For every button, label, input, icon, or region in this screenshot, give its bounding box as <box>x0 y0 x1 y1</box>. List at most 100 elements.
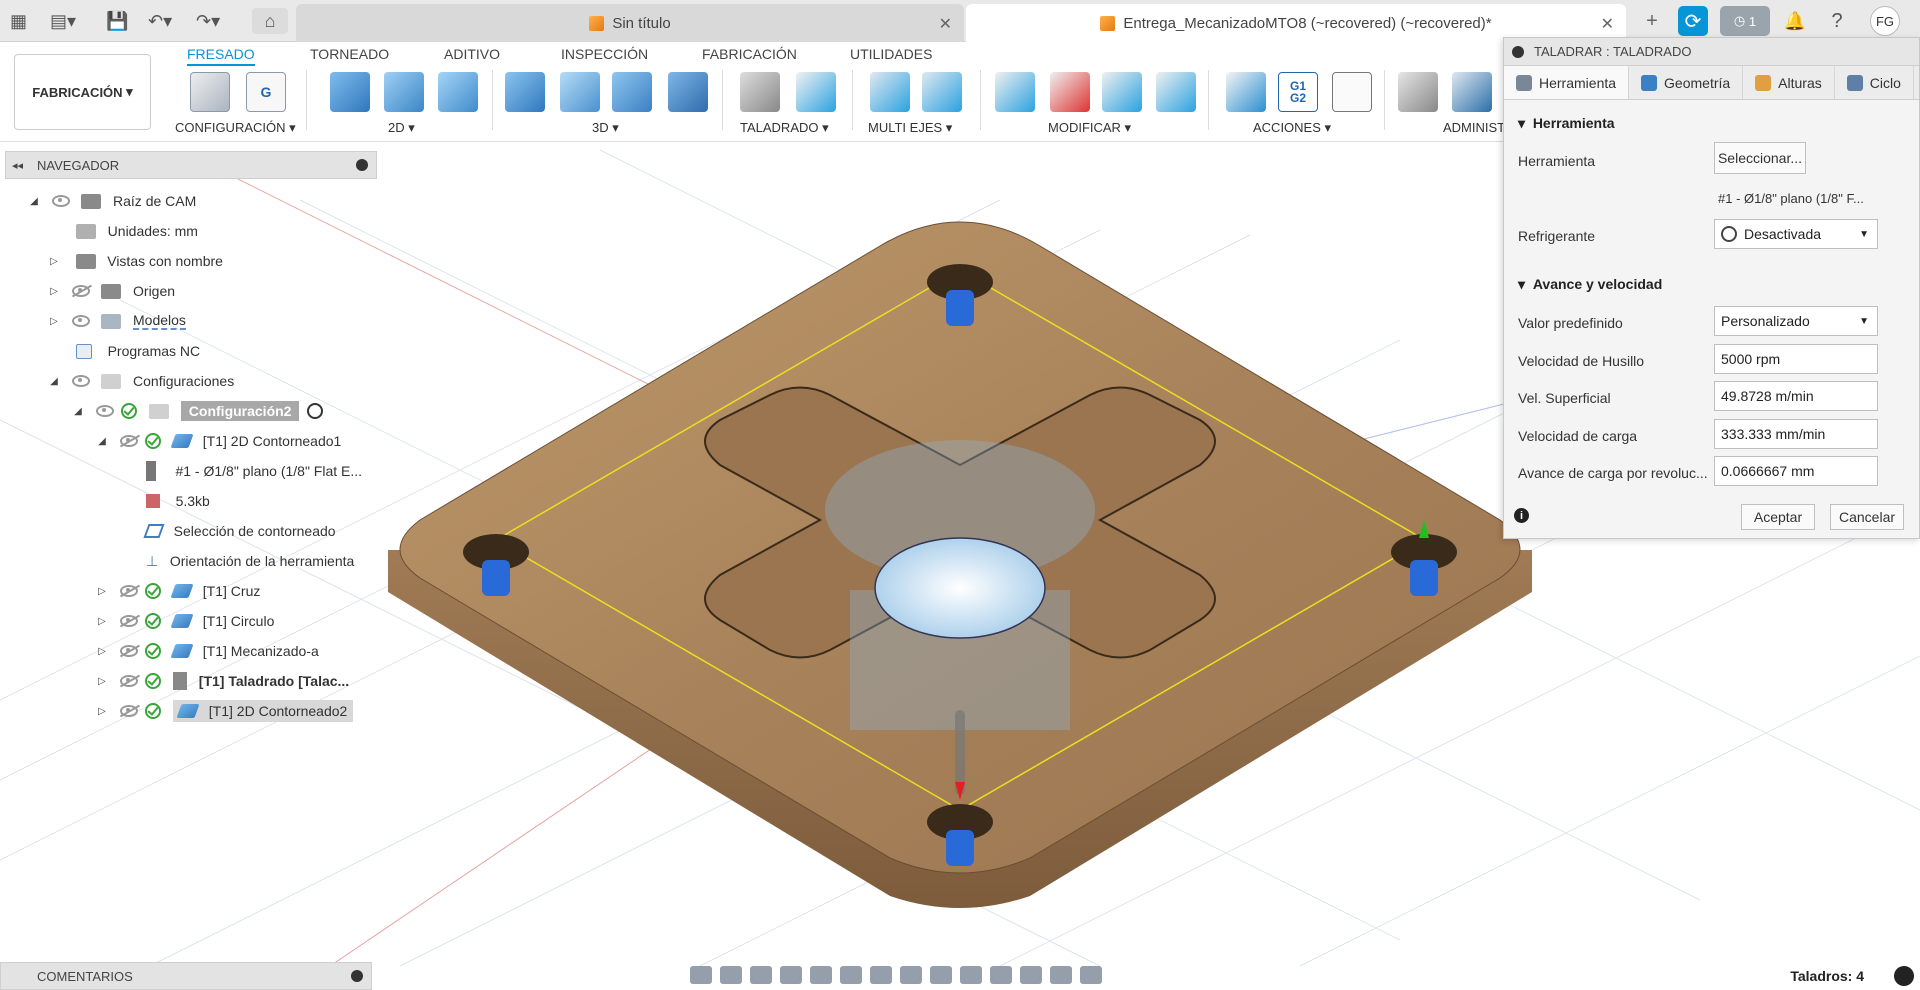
simulate-icon[interactable] <box>1226 72 1266 112</box>
navigator-header[interactable]: ◂◂ NAVEGADOR <box>5 151 377 179</box>
visibility-off-icon[interactable] <box>119 645 138 657</box>
tab-fresado[interactable]: FRESADO <box>187 46 255 66</box>
collapse-arrow-icon[interactable]: ◢ <box>96 436 108 447</box>
group-taladrado[interactable]: TALADRADO ▾ <box>740 120 829 136</box>
save-icon[interactable]: 💾 <box>106 8 128 34</box>
visibility-eye-icon[interactable] <box>95 405 114 417</box>
undo-icon[interactable]: ↶▾ <box>148 8 172 34</box>
tree-row-op-contour1[interactable]: ◢ [T1] 2D Contorneado1 <box>96 429 341 453</box>
collapse-arrows-icon[interactable]: ◂◂ <box>12 159 23 172</box>
group-multi-ejes[interactable]: MULTI EJES ▾ <box>868 120 952 136</box>
active-setup-radio-icon[interactable] <box>307 403 324 419</box>
tree-row-origin[interactable]: ▷ Origen <box>48 279 175 303</box>
visibility-off-icon[interactable] <box>71 285 90 297</box>
accept-button[interactable]: Aceptar <box>1741 504 1815 530</box>
tree-row-setups[interactable]: ◢ Configuraciones <box>48 369 234 393</box>
toolpath-display-icon[interactable] <box>1080 966 1102 984</box>
dialog-minimize-icon[interactable] <box>1512 45 1524 58</box>
comments-panel-header[interactable]: COMENTARIOS <box>0 962 372 990</box>
tree-row-op-contour2[interactable]: ▷ [T1] 2D Contorneado2 <box>96 699 354 723</box>
dialog-header[interactable]: TALADRAR : TALADRADO <box>1504 38 1919 66</box>
tree-row-op-cruz[interactable]: ▷ [T1] Cruz <box>96 579 260 603</box>
visibility-off-icon[interactable] <box>119 615 138 627</box>
section-herramienta[interactable]: ▾ Herramienta <box>1518 115 1615 132</box>
app-grid-icon[interactable]: ▦ <box>10 8 27 34</box>
visibility-off-icon[interactable] <box>119 435 138 447</box>
expand-arrow-icon[interactable]: ▷ <box>96 676 108 687</box>
stock-display-icon[interactable] <box>990 966 1012 984</box>
display-settings-icon[interactable] <box>840 966 862 984</box>
tree-row-op-circulo[interactable]: ▷ [T1] Circulo <box>96 609 274 633</box>
manual-nc-icon[interactable] <box>1156 72 1196 112</box>
navigator-minimize-icon[interactable] <box>356 159 368 171</box>
tree-row-named-views[interactable]: ▷ Vistas con nombre <box>48 249 223 273</box>
tree-row-nc-programs[interactable]: Programas NC <box>76 339 200 363</box>
display-mode-icon[interactable] <box>1894 966 1914 986</box>
tab-utilidades[interactable]: UTILIDADES <box>850 46 932 62</box>
collapse-arrow-icon[interactable]: ◢ <box>48 376 60 387</box>
surface-speed-input[interactable]: 49.8728 m/min <box>1714 381 1878 411</box>
tree-row-tool-orientation[interactable]: ⊥ Orientación de la herramienta <box>146 549 354 573</box>
visibility-eye-icon[interactable] <box>71 375 90 387</box>
tree-row-units[interactable]: Unidades: mm <box>76 219 198 243</box>
face-icon[interactable] <box>438 72 478 112</box>
tab-ciclo[interactable]: Ciclo <box>1835 66 1914 99</box>
group-acciones[interactable]: ACCIONES ▾ <box>1253 120 1331 136</box>
3d-pocket-icon[interactable] <box>560 72 600 112</box>
tree-row-contour-selection[interactable]: Selección de contorneado <box>143 519 336 543</box>
info-icon[interactable]: i <box>1514 508 1529 523</box>
visibility-eye-icon[interactable] <box>71 315 90 327</box>
job-status-button[interactable]: ◷ 1 <box>1720 6 1770 36</box>
select-tool-button[interactable]: Seleccionar... <box>1714 142 1806 174</box>
collapse-arrow-icon[interactable]: ◢ <box>72 406 84 417</box>
visibility-off-icon[interactable] <box>119 675 138 687</box>
coolant-select[interactable]: Desactivada ▼ <box>1714 219 1878 249</box>
drill-add-icon[interactable] <box>796 72 836 112</box>
3d-parallel-icon[interactable] <box>668 72 708 112</box>
expand-arrow-icon[interactable]: ▷ <box>48 286 60 297</box>
plunge-per-rev-input[interactable]: 0.0666667 mm <box>1714 456 1878 486</box>
expand-arrow-icon[interactable]: ▷ <box>96 706 108 717</box>
multiaxis-icon[interactable] <box>870 72 910 112</box>
machine-library-icon[interactable] <box>1452 72 1492 112</box>
visibility-off-icon[interactable] <box>119 585 138 597</box>
tab-aditivo[interactable]: ADITIVO <box>444 46 500 62</box>
3d-contour-icon[interactable] <box>612 72 652 112</box>
tree-row-size[interactable]: 5.3kb <box>146 489 210 513</box>
preset-select[interactable]: Personalizado ▼ <box>1714 306 1878 336</box>
tree-row-op-mecanizado[interactable]: ▷ [T1] Mecanizado-a <box>96 639 319 663</box>
tree-row-op-taladrado[interactable]: ▷ [T1] Taladrado [Talac... <box>96 669 349 693</box>
notifications-icon[interactable]: 🔔 <box>1780 6 1810 36</box>
home-icon[interactable]: ⌂ <box>252 8 288 34</box>
2d-pocket-icon[interactable] <box>384 72 424 112</box>
tab-alturas[interactable]: Alturas <box>1743 66 1835 99</box>
setup-icon[interactable] <box>190 72 230 112</box>
delete-toolpath-icon[interactable] <box>1050 72 1090 112</box>
3d-adaptive-icon[interactable] <box>505 72 545 112</box>
machine-display-icon[interactable] <box>1020 966 1042 984</box>
orbit-icon[interactable] <box>690 966 712 984</box>
visibility-eye-icon[interactable] <box>51 195 70 207</box>
tab-fabricacion[interactable]: FABRICACIÓN <box>702 46 797 62</box>
expand-arrow-icon[interactable]: ▷ <box>96 646 108 657</box>
tree-row-cam-root[interactable]: ◢ Raíz de CAM <box>28 189 196 213</box>
fit-icon[interactable] <box>810 966 832 984</box>
expand-arrow-icon[interactable]: ▷ <box>96 586 108 597</box>
group-administrar[interactable]: ADMINIST <box>1443 120 1505 135</box>
refresh-icon[interactable] <box>960 966 982 984</box>
tab-torneado[interactable]: TORNEADO <box>310 46 389 62</box>
visibility-off-icon[interactable] <box>119 705 138 717</box>
group-modificar[interactable]: MODIFICAR ▾ <box>1048 120 1131 136</box>
viewports-icon[interactable] <box>900 966 922 984</box>
grid-settings-icon[interactable] <box>870 966 892 984</box>
section-icon[interactable] <box>930 966 952 984</box>
group-configuracion[interactable]: CONFIGURACIÓN ▾ <box>175 120 296 136</box>
post-process-icon[interactable]: G1 G2 <box>1278 72 1318 112</box>
sync-icon[interactable]: ⟳ <box>1678 6 1708 36</box>
cancel-button[interactable]: Cancelar <box>1830 504 1904 530</box>
drill-icon[interactable] <box>740 72 780 112</box>
close-tab-icon[interactable]: ✕ <box>1601 14 1614 34</box>
add-comment-icon[interactable] <box>351 970 363 982</box>
tree-row-tool[interactable]: #1 - Ø1/8" plano (1/8" Flat E... <box>146 459 362 483</box>
expand-arrow-icon[interactable]: ▷ <box>96 616 108 627</box>
